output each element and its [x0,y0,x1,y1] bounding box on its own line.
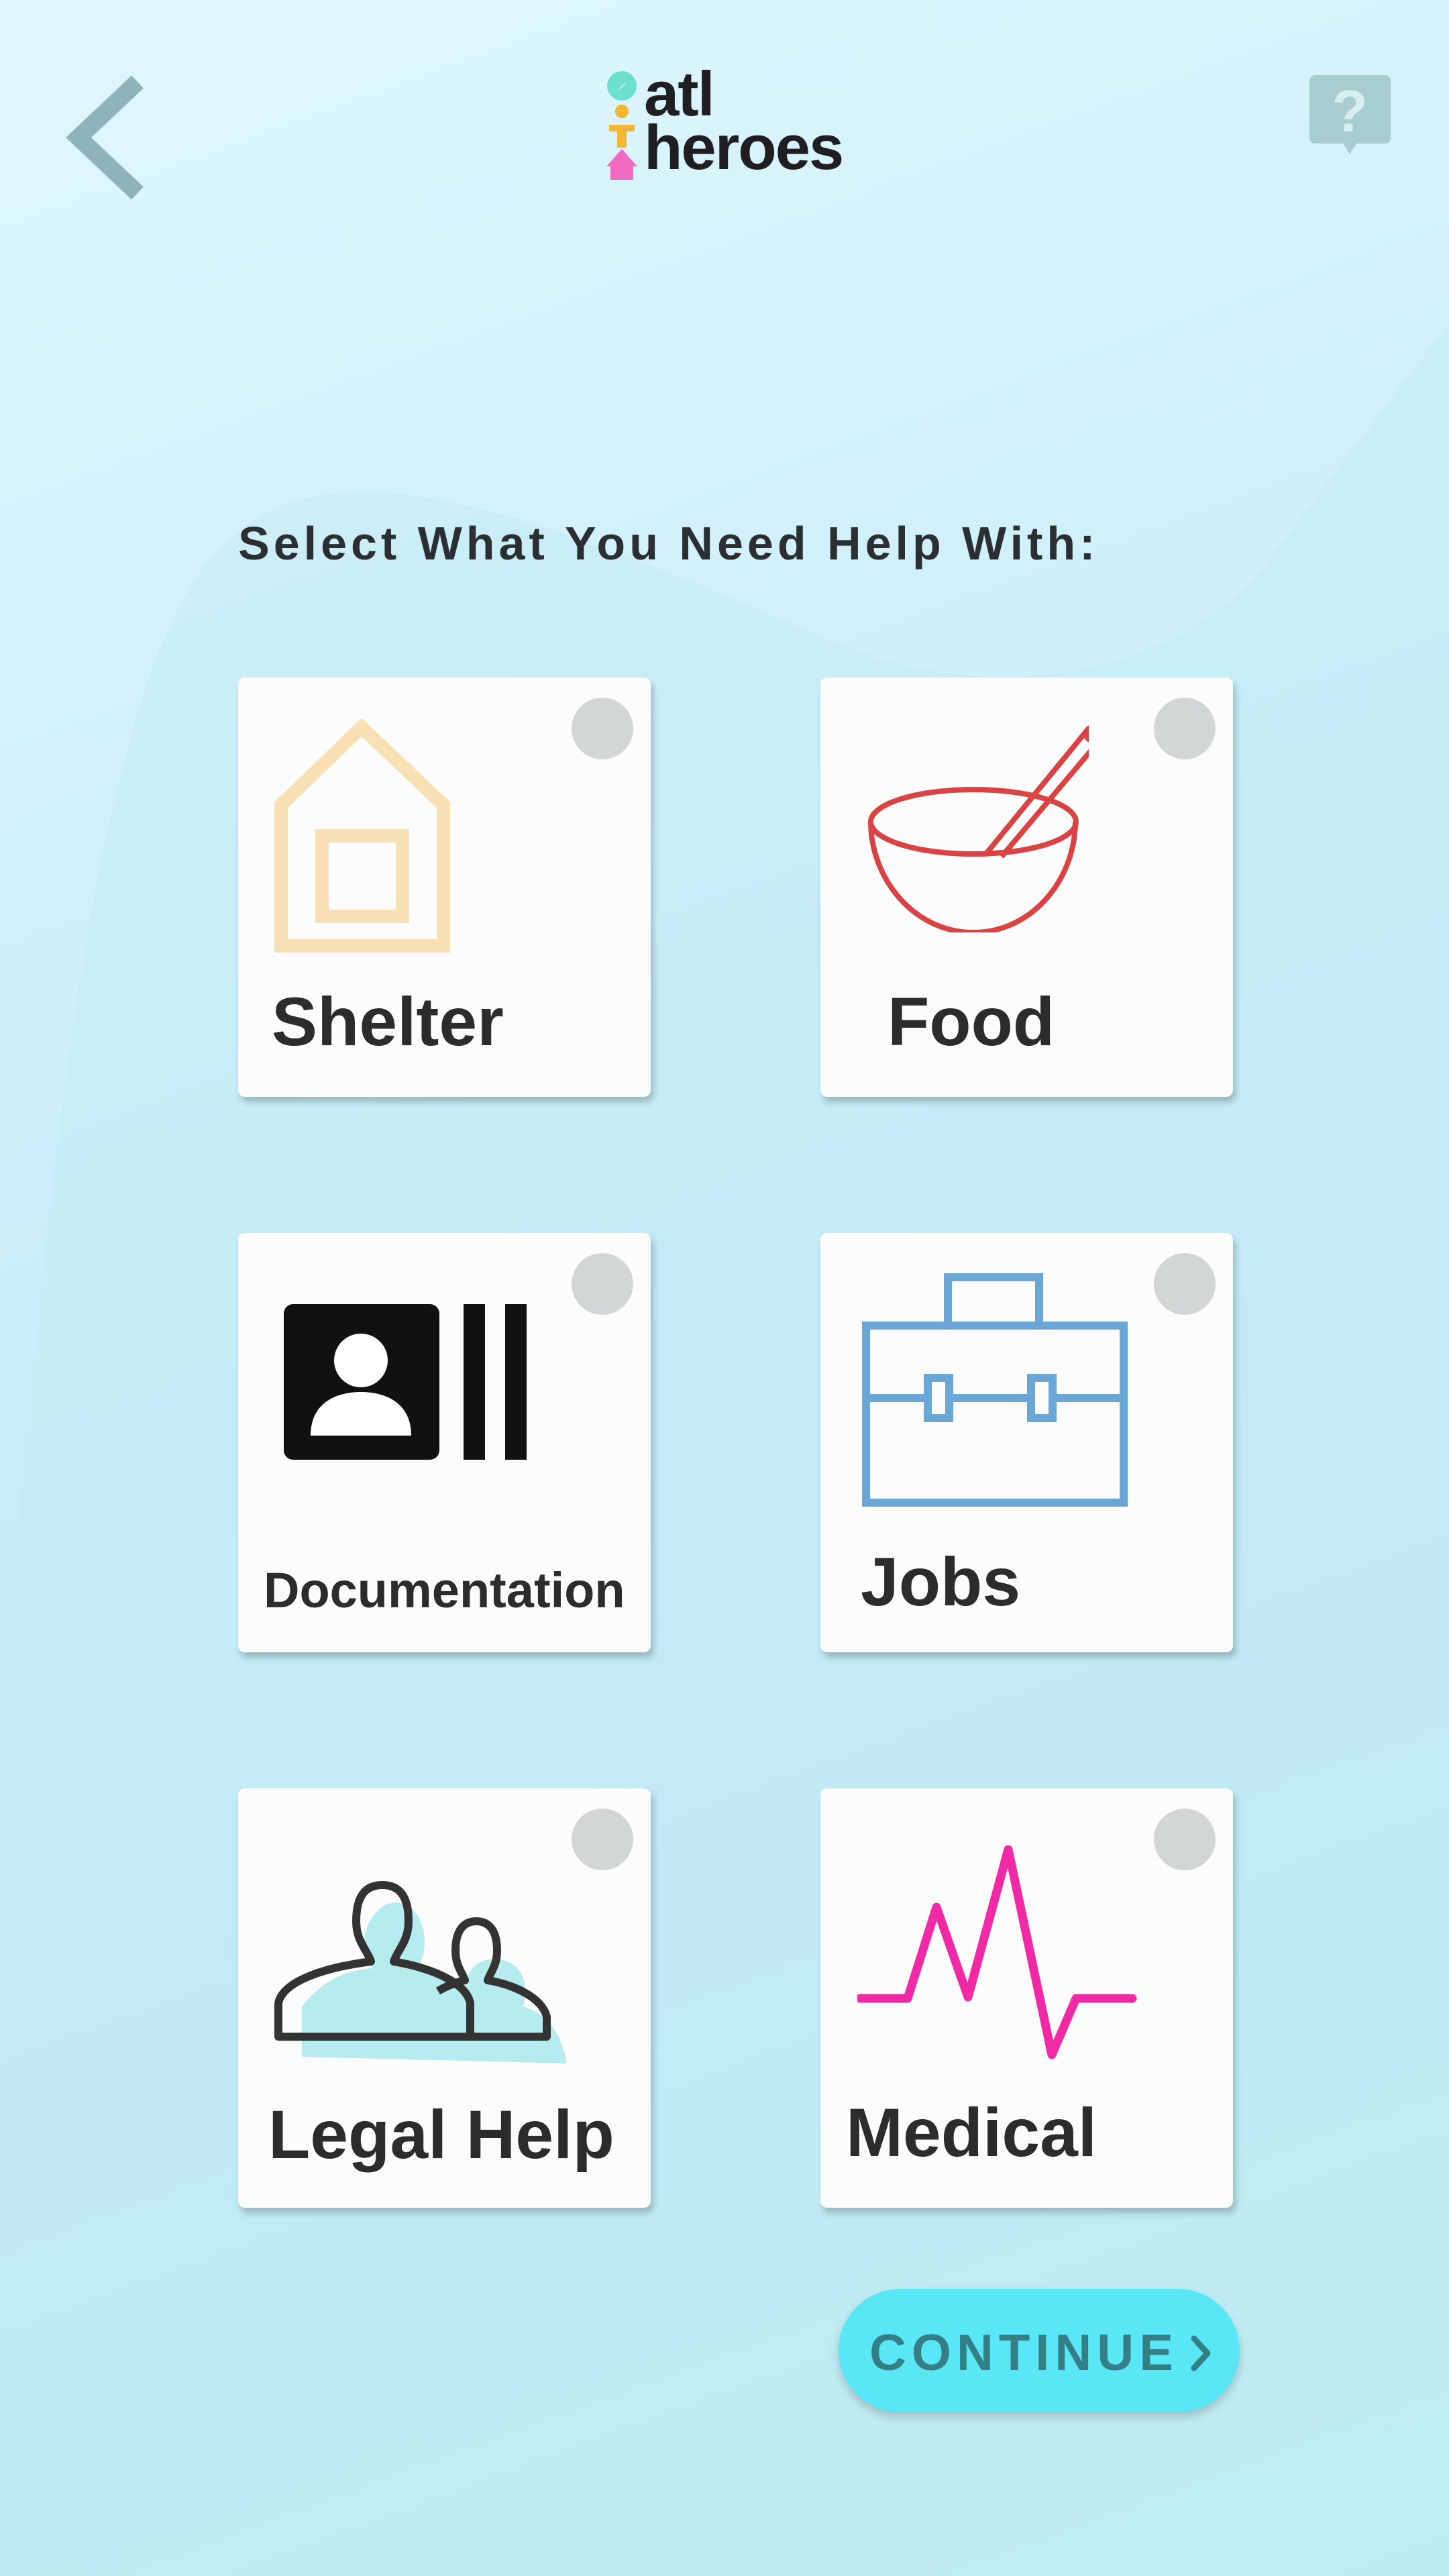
svg-text:?: ? [1332,78,1368,144]
option-documentation[interactable]: Documentation [238,1233,651,1652]
option-radio[interactable] [1154,698,1216,759]
option-food[interactable]: Food [820,678,1233,1097]
option-legal-help[interactable]: Legal Help [238,1788,651,2208]
option-label: Legal Help [268,2096,614,2173]
logo-icons [606,71,637,180]
continue-label: CONTINUE [869,2324,1179,2381]
help-question-icon: ? [1309,75,1391,154]
chevron-left-icon [66,75,144,200]
option-label: Shelter [272,983,504,1060]
logo-text: atl heroes [644,62,844,182]
option-radio[interactable] [1154,1253,1216,1315]
option-radio[interactable] [1154,1809,1216,1870]
option-radio[interactable] [572,698,633,759]
option-radio[interactable] [572,1809,633,1870]
option-label: Medical [846,2094,1097,2171]
help-button[interactable]: ? [1308,74,1392,158]
option-radio[interactable] [572,1253,633,1315]
option-label: Documentation [264,1562,625,1618]
briefcase-icon [862,1273,1128,1507]
app-logo: atl heroes [604,62,885,182]
heartbeat-icon [857,1845,1137,2059]
bowl-spoon-icon [868,725,1089,932]
option-shelter[interactable]: Shelter [238,678,651,1097]
option-jobs[interactable]: Jobs [820,1233,1233,1652]
option-medical[interactable]: Medical [820,1788,1233,2208]
house-icon [274,718,450,953]
logo-line-2: heroes [644,112,844,182]
page-prompt: Select What You Need Help With: [238,517,1099,570]
chevron-right-icon [1191,2335,1211,2371]
id-card-icon [284,1304,527,1460]
option-label: Food [888,983,1055,1060]
option-label: Jobs [861,1544,1021,1620]
people-icon [274,1881,567,2063]
back-button[interactable] [64,74,151,201]
continue-button[interactable]: CONTINUE [839,2289,1240,2412]
